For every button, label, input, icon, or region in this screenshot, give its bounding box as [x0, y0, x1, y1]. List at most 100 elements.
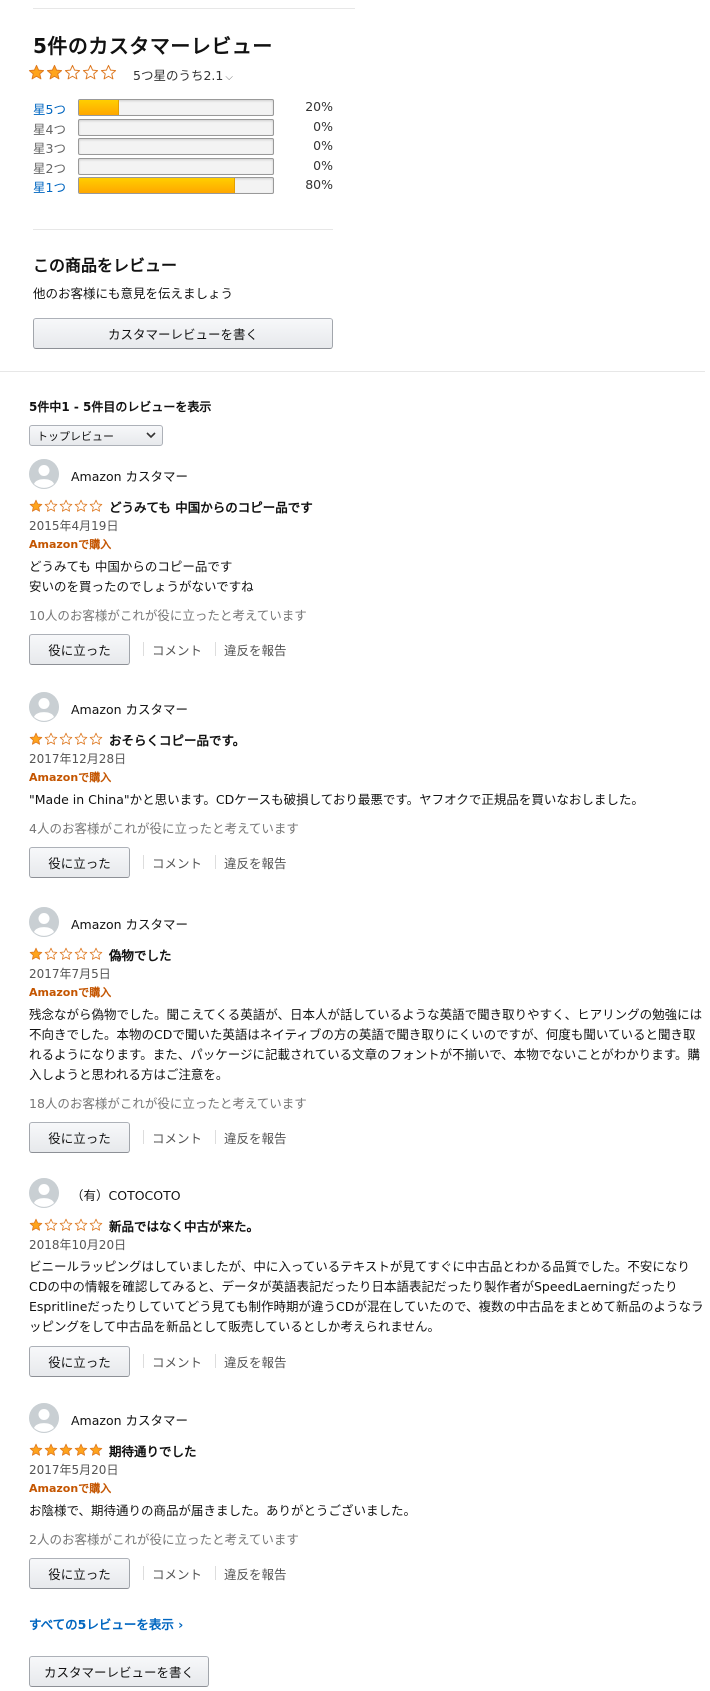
avatar[interactable]	[29, 907, 59, 937]
histogram-row[interactable]: 星5つ 20%	[33, 98, 333, 118]
review-stars[interactable]	[29, 732, 103, 746]
section-divider	[0, 371, 705, 372]
comment-link[interactable]: コメント	[152, 640, 202, 659]
comment-link[interactable]: コメント	[152, 1128, 202, 1147]
comment-link[interactable]: コメント	[152, 1352, 202, 1371]
histogram-bar[interactable]	[78, 177, 274, 195]
user-icon	[29, 907, 59, 937]
histogram-bar	[78, 138, 274, 156]
report-abuse-link[interactable]: 違反を報告	[224, 853, 287, 872]
avatar[interactable]	[29, 1178, 59, 1208]
user-icon	[29, 459, 59, 489]
review-actions: 役に立った コメント 違反を報告	[29, 1557, 705, 1589]
star-icon	[59, 947, 73, 961]
histogram-star-label[interactable]: 星1つ	[33, 177, 66, 196]
review-title-line: どうみても 中国からのコピー品です	[29, 497, 705, 515]
histogram-bar	[78, 157, 274, 175]
star-icon	[74, 732, 88, 746]
separator	[143, 642, 144, 656]
helpful-button[interactable]: 役に立った	[29, 1121, 130, 1153]
star-icon	[44, 499, 58, 513]
histogram-bar[interactable]	[78, 99, 274, 116]
report-abuse-link[interactable]: 違反を報告	[224, 1564, 287, 1583]
avatar[interactable]	[29, 692, 59, 722]
star-icon	[46, 64, 63, 81]
avatar[interactable]	[29, 459, 59, 489]
review-item: Amazon カスタマー 期待通りでした 2017年5月20日 Amazonで購…	[29, 1403, 705, 1589]
write-review-button[interactable]: カスタマーレビューを書く	[33, 318, 333, 349]
helpful-count: 10人のお客様がこれが役に立ったと考えています	[29, 608, 307, 623]
review-title[interactable]: 偽物でした	[109, 945, 172, 964]
star-icon	[59, 732, 73, 746]
histogram-percent: 80%	[305, 177, 333, 193]
helpful-button[interactable]: 役に立った	[29, 846, 130, 878]
verified-purchase-badge: Amazonで購入	[29, 1482, 112, 1495]
star-icon	[64, 64, 81, 81]
overall-rating-text[interactable]: 5つ星のうち2.1 ⌵	[133, 65, 233, 84]
separator	[215, 1566, 217, 1580]
write-review-button-bottom[interactable]: カスタマーレビューを書く	[29, 1656, 209, 1687]
separator	[143, 855, 144, 869]
review-stars[interactable]	[29, 1443, 103, 1457]
review-date: 2015年4月19日	[29, 519, 119, 533]
star-icon	[29, 1443, 43, 1457]
star-icon	[74, 947, 88, 961]
review-body: 残念ながら偽物でした。聞こえてくる英語が、日本人が話しているような英語で聞き取り…	[29, 1005, 705, 1085]
top-divider	[33, 8, 355, 9]
report-abuse-link[interactable]: 違反を報告	[224, 1352, 287, 1371]
review-author[interactable]: Amazon カスタマー	[71, 1410, 188, 1429]
verified-purchase-badge: Amazonで購入	[29, 538, 112, 551]
review-header: （有）COTOCOTO	[29, 1178, 705, 1208]
star-icon	[59, 1218, 73, 1232]
separator	[215, 1130, 217, 1144]
separator	[215, 642, 217, 656]
review-title-line: おそらくコピー品です。	[29, 730, 705, 748]
review-author[interactable]: Amazon カスタマー	[71, 914, 188, 933]
comment-link[interactable]: コメント	[152, 853, 202, 872]
star-icon	[89, 732, 103, 746]
star-icon	[59, 499, 73, 513]
helpful-button[interactable]: 役に立った	[29, 633, 130, 665]
review-actions: 役に立った コメント 違反を報告	[29, 633, 705, 665]
star-icon	[28, 64, 45, 81]
chevron-down-icon: ⌵	[225, 72, 233, 83]
chevron-down-icon	[146, 432, 156, 439]
helpful-button[interactable]: 役に立った	[29, 1345, 130, 1377]
review-author[interactable]: Amazon カスタマー	[71, 699, 188, 718]
histogram-row: 星3つ 0%	[33, 137, 333, 156]
review-title[interactable]: どうみても 中国からのコピー品です	[109, 497, 313, 516]
review-title[interactable]: 新品ではなく中古が来た。	[109, 1216, 259, 1235]
review-header: Amazon カスタマー	[29, 1403, 705, 1433]
histogram-row: 星4つ 0%	[33, 118, 333, 137]
review-body-line: "Made in China"かと思います。CDケースも破損しており最悪です。ヤ…	[29, 792, 644, 807]
review-title[interactable]: 期待通りでした	[109, 1441, 197, 1460]
review-body-line: 安いのを買ったのでしょうがないですね	[29, 579, 254, 594]
review-body: ビニールラッピングはしていましたが、中に入っているテキストが見てすぐに中古品とわ…	[29, 1257, 705, 1337]
review-author[interactable]: （有）COTOCOTO	[71, 1185, 181, 1204]
sort-select[interactable]: トップレビュー	[29, 425, 163, 446]
see-all-reviews-link[interactable]: すべての5レビューを表示 ›	[29, 1614, 183, 1633]
comment-link[interactable]: コメント	[152, 1564, 202, 1583]
review-stars[interactable]	[29, 1218, 103, 1232]
review-title[interactable]: おそらくコピー品です。	[109, 730, 245, 749]
separator	[143, 1354, 144, 1368]
histogram-row[interactable]: 星1つ 80%	[33, 176, 333, 196]
review-stars[interactable]	[29, 947, 103, 961]
review-date: 2017年5月20日	[29, 1463, 119, 1477]
helpful-button[interactable]: 役に立った	[29, 1557, 130, 1589]
separator	[143, 1130, 144, 1144]
report-abuse-link[interactable]: 違反を報告	[224, 1128, 287, 1147]
overall-rating-stars[interactable]	[28, 64, 117, 85]
star-icon	[29, 1218, 43, 1232]
separator	[215, 1354, 217, 1368]
star-icon	[59, 1443, 73, 1457]
histogram-star-label[interactable]: 星5つ	[33, 99, 66, 118]
review-stars[interactable]	[29, 499, 103, 513]
review-body-line: お陰様で、期待通りの商品が届きました。ありがとうございました。	[29, 1503, 417, 1518]
write-review-heading: この商品をレビュー	[33, 256, 178, 275]
report-abuse-link[interactable]: 違反を報告	[224, 640, 287, 659]
review-author[interactable]: Amazon カスタマー	[71, 466, 188, 485]
review-header: Amazon カスタマー	[29, 459, 705, 489]
histogram-percent: 0%	[313, 138, 333, 154]
avatar[interactable]	[29, 1403, 59, 1433]
